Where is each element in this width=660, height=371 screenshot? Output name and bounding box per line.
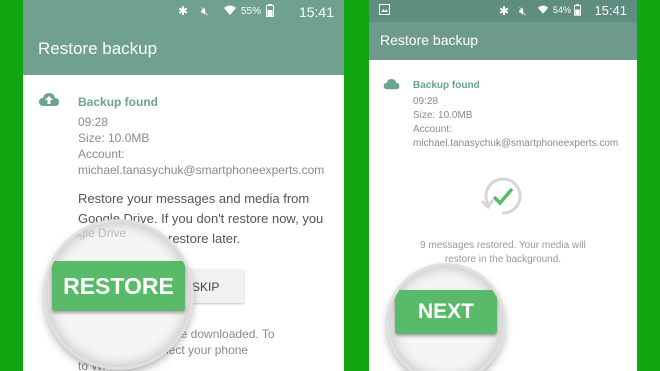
page-title: Restore backup [38, 39, 158, 58]
backup-size: Size: 10.0MB [413, 110, 473, 121]
backup-time: 09:28 [78, 115, 109, 129]
battery-icon [266, 4, 274, 20]
backup-found-heading: Backup found [78, 95, 158, 109]
restore-button[interactable]: RESTORE [52, 261, 185, 311]
cloud-upload-icon [39, 93, 59, 106]
restore-status-line-1: 9 messages restored. Your media will [420, 240, 586, 251]
mute-icon: 🔇︎ [201, 4, 209, 18]
restore-status-line-2: restore in the background. [444, 254, 562, 265]
bluetooth-icon: ✱ [499, 4, 510, 18]
magnified-background-text: Google Drive [56, 226, 127, 240]
status-time: 15:41 [594, 3, 627, 18]
wifi-icon [537, 4, 549, 18]
account-email: michael.tanasychuk@smartphoneexperts.com [78, 163, 325, 177]
backup-time: 09:28 [413, 96, 439, 107]
app-bar: Restore backup [369, 22, 637, 60]
backup-size: Size: 10.0MB [78, 131, 150, 145]
cloud-icon [383, 79, 400, 90]
battery-icon [574, 4, 581, 19]
restore-check-icon [480, 177, 522, 215]
account-label: Account: [78, 147, 125, 161]
bluetooth-icon: ✱ [178, 4, 189, 18]
battery-percent: 55% [241, 6, 262, 17]
backup-found-heading: Backup found [413, 80, 480, 91]
description-line-1: Restore your messages and media from [78, 191, 310, 206]
status-bar: ✱ 🔇︎ 54% 15:41 [369, 0, 637, 22]
image-notification-icon [379, 4, 390, 18]
magnifier-lens: Google Drive RESTORE [46, 222, 191, 367]
status-time: 15:41 [298, 4, 334, 20]
backup-details: 09:28 Size: 10.0MB Account: michael.tana… [413, 95, 618, 151]
wifi-icon [223, 4, 237, 19]
mute-icon: 🔇︎ [519, 4, 527, 18]
right-phone-screen: ✱ 🔇︎ 54% 15:41 Restore backup Backup fou… [369, 0, 637, 371]
page-title: Restore backup [380, 32, 479, 48]
account-label: Account: [413, 124, 452, 135]
magnifier-lens: NEXT [389, 266, 503, 371]
next-button[interactable]: NEXT [395, 290, 497, 334]
account-email: michael.tanasychuk@smartphoneexperts.com [413, 138, 619, 149]
restore-status-text: 9 messages restored. Your media will res… [369, 239, 637, 267]
battery-percent: 54% [553, 5, 572, 15]
app-bar: Restore backup [23, 24, 344, 75]
status-bar: ✱ 🔇︎ 55% 15:41 [23, 0, 344, 24]
backup-details: 09:28 Size: 10.0MB Account: michael.tana… [78, 114, 324, 178]
left-phone-screen: ✱ 🔇︎ 55% 15:41 Restore backup Backup fou… [23, 0, 344, 371]
